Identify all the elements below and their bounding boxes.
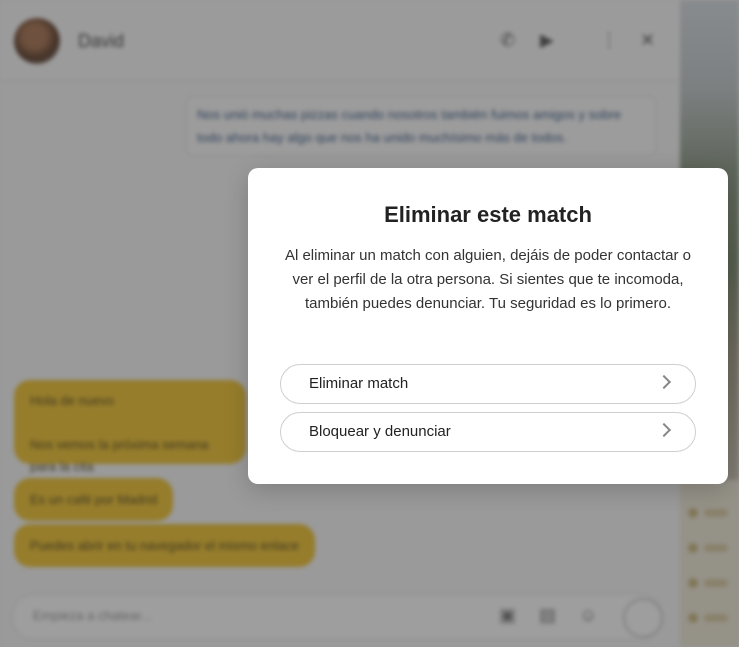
dialog-title: Eliminar este match	[384, 202, 592, 227]
block-and-report-button[interactable]: Bloquear y denunciar	[280, 412, 696, 452]
remove-match-label: Eliminar match	[309, 375, 409, 392]
remove-match-button[interactable]: Eliminar match	[280, 364, 696, 404]
dialog-description: Al eliminar un match con alguien, dejáis…	[284, 247, 692, 312]
unmatch-dialog: Eliminar este match Al eliminar un match…	[248, 168, 728, 484]
block-and-report-label: Bloquear y denunciar	[309, 423, 451, 440]
chevron-right-icon	[656, 374, 672, 390]
chevron-right-icon	[656, 422, 672, 438]
